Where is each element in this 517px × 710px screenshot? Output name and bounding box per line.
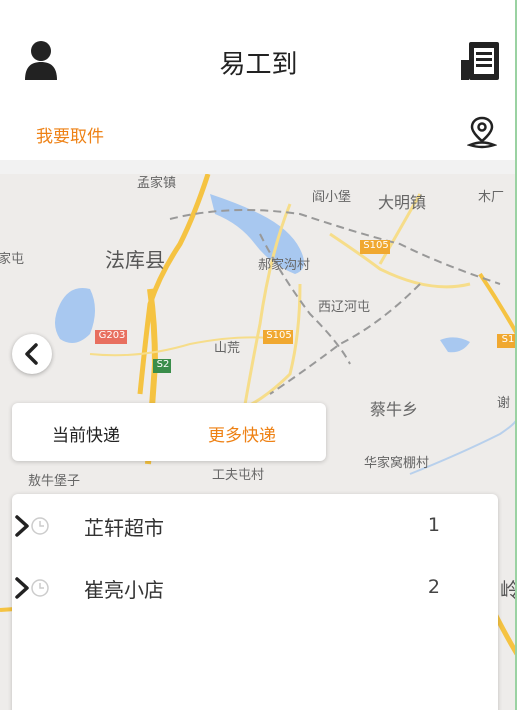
list-item[interactable]: 崔亮小店 2: [12, 564, 498, 614]
map-label: 西辽河屯: [318, 300, 371, 315]
map-label: 蔡牛乡: [370, 400, 419, 419]
pickup-link[interactable]: 我要取件: [36, 122, 104, 147]
road-badge: S105: [266, 330, 292, 341]
map-label: 华家窝棚村: [364, 456, 430, 471]
map-label: 法库县: [105, 248, 165, 272]
map-label: 孟家镇: [137, 176, 177, 191]
road-badge: S105: [363, 240, 389, 251]
clock-icon: [31, 579, 49, 597]
map-back-button[interactable]: [12, 334, 52, 374]
document-icon[interactable]: [461, 40, 501, 82]
express-tabs: 当前快递 更多快递: [12, 403, 326, 461]
list-item[interactable]: 芷轩超市 1: [12, 502, 498, 552]
separator: [0, 160, 517, 174]
chevron-right-icon: [15, 515, 29, 537]
map-label: 大明镇: [378, 193, 427, 212]
road-badge: G203: [98, 330, 126, 341]
item-name: 芷轩超市: [84, 516, 164, 540]
map-label: 谢: [497, 396, 511, 411]
chevron-right-icon: [15, 577, 29, 599]
item-name: 崔亮小店: [84, 578, 164, 602]
tab-current-express[interactable]: 当前快递: [52, 421, 120, 446]
page-title: 易工到: [219, 50, 298, 80]
location-pin-icon[interactable]: [467, 116, 497, 150]
pickup-bar: 我要取件: [0, 110, 517, 160]
item-count: 2: [427, 576, 440, 598]
clock-icon: [31, 517, 49, 535]
item-count: 1: [427, 514, 440, 536]
app-header: 易工到: [0, 0, 517, 110]
chevron-left-icon: [25, 343, 38, 365]
map-label: 木厂: [478, 190, 505, 205]
express-list: 芷轩超市 1 崔亮小店 2: [12, 494, 498, 710]
map-label: 家屯: [0, 252, 25, 267]
map-label: 工夫屯村: [212, 468, 265, 483]
map-view[interactable]: 孟家镇 阎小堡 大明镇 木厂 家屯 法库县 郝家沟村 S105 西辽河屯 G20…: [0, 174, 517, 710]
road-badge: S2: [156, 359, 170, 370]
tab-more-express[interactable]: 更多快递: [208, 421, 276, 446]
map-label: 阎小堡: [312, 190, 352, 205]
map-label: 山荒: [214, 341, 241, 356]
map-label: 郝家沟村: [258, 258, 311, 273]
map-label: 敖牛堡子: [28, 474, 81, 489]
